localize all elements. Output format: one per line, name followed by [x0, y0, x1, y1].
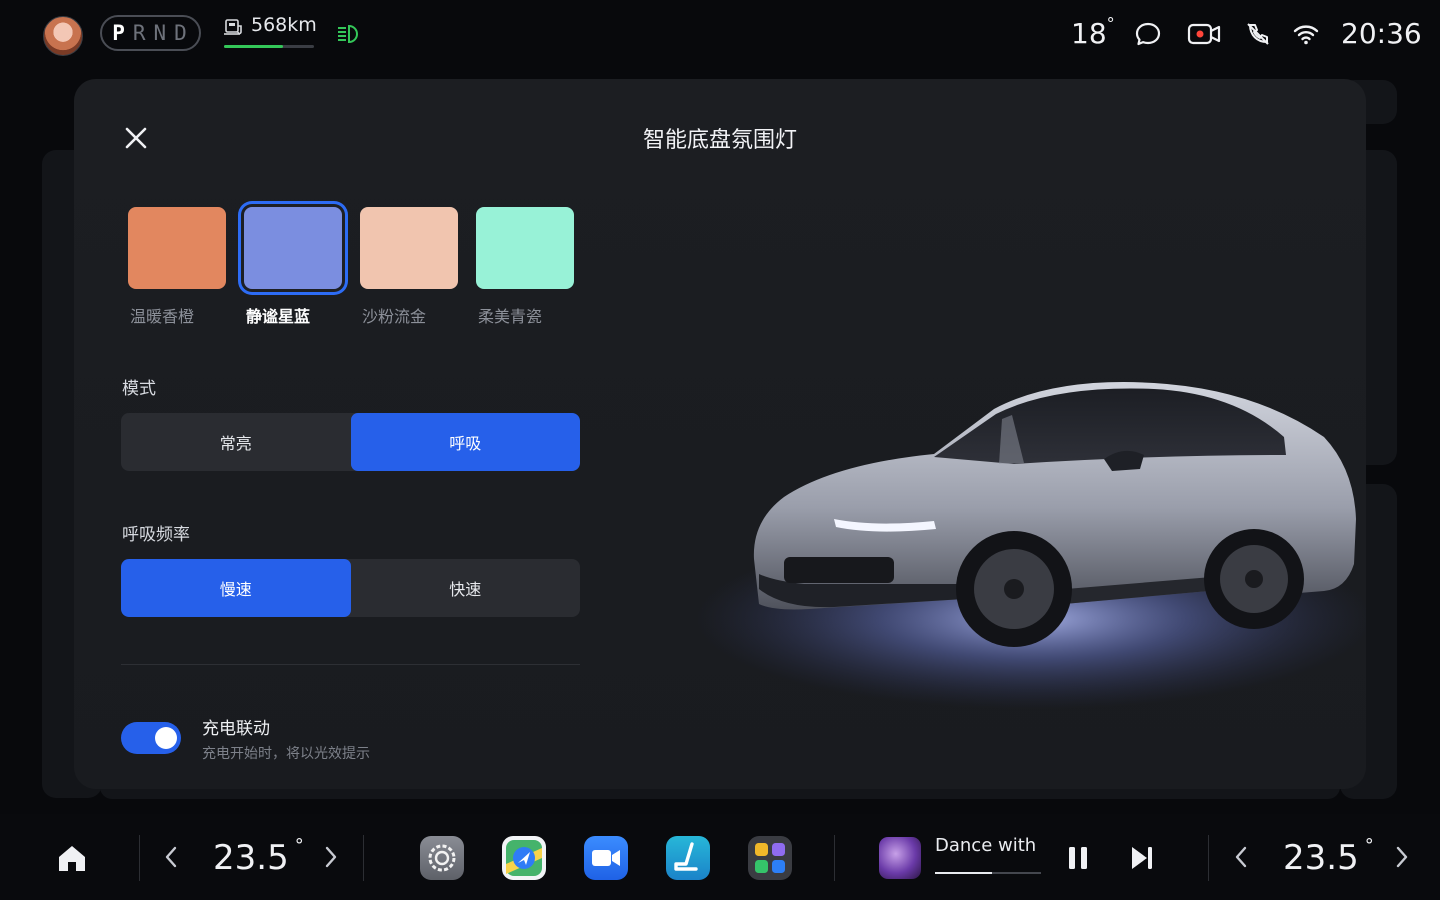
headlight-icon	[338, 24, 358, 44]
compass-icon	[506, 840, 542, 876]
gear-p: P	[112, 21, 127, 45]
degree-sign: °	[1106, 13, 1115, 33]
next-track-icon[interactable]	[1129, 844, 1155, 872]
clock: 20:36	[1341, 17, 1422, 50]
color-label-celadon: 柔美青瓷	[478, 307, 543, 326]
video-camera-icon	[592, 850, 620, 866]
breath-rate-segmented-control: 慢速 快速	[121, 559, 580, 617]
camera-record-icon[interactable]	[1187, 20, 1221, 48]
divider	[121, 664, 580, 665]
left-temperature: 23.5 °	[213, 834, 304, 878]
car-illustration	[694, 382, 1366, 709]
user-avatar[interactable]	[43, 16, 83, 56]
gear-icon	[428, 844, 456, 872]
gear-d: D	[174, 21, 189, 45]
dock-separator	[834, 835, 835, 881]
dock-separator	[363, 835, 364, 881]
status-bar: P R N D 568km 18° 20:36	[0, 0, 1440, 70]
right-temp-value: 23.5	[1283, 838, 1359, 878]
right-temp-degree: °	[1364, 834, 1374, 856]
rate-slow-button[interactable]: 慢速	[121, 559, 351, 617]
gear-selector: P R N D	[100, 15, 201, 51]
phone-link-icon[interactable]	[1244, 20, 1272, 48]
right-temperature: 23.5 °	[1283, 834, 1374, 878]
outside-temp-value: 18	[1071, 17, 1107, 50]
range-readout: 568km	[251, 14, 317, 36]
navigation-app-icon[interactable]	[502, 836, 546, 880]
pause-icon[interactable]	[1065, 844, 1091, 872]
dock-separator	[139, 835, 140, 881]
dock-separator	[1208, 835, 1209, 881]
right-temp-decrease-icon[interactable]	[1232, 843, 1250, 871]
color-label-orange: 温暖香橙	[130, 307, 195, 326]
outside-temperature: 18°	[1071, 13, 1115, 50]
breath-rate-label: 呼吸频率	[122, 525, 190, 545]
wifi-icon[interactable]	[1292, 20, 1320, 48]
charge-link-description: 充电开始时，将以光效提示	[202, 746, 370, 762]
right-temp-increase-icon[interactable]	[1393, 843, 1411, 871]
left-temp-decrease-icon[interactable]	[162, 843, 180, 871]
mode-segmented-control: 常亮 呼吸	[121, 413, 580, 471]
mode-steady-button[interactable]: 常亮	[121, 413, 351, 471]
seat-icon	[674, 842, 698, 871]
dialog-title: 智能底盘氛围灯	[642, 128, 797, 153]
app-grid-icon[interactable]	[748, 836, 792, 880]
track-title[interactable]: Dance with	[935, 835, 1035, 856]
mode-breathing-button[interactable]: 呼吸	[350, 413, 580, 471]
color-label-blue: 静谧星蓝	[246, 307, 311, 326]
gear-n: N	[153, 21, 169, 45]
charge-link-title: 充电联动	[202, 719, 270, 739]
app-grid-glyph	[755, 843, 785, 873]
seat-app-icon[interactable]	[666, 836, 710, 880]
album-art[interactable]	[879, 837, 921, 879]
battery-range-icon	[224, 19, 242, 35]
color-label-pink: 沙粉流金	[362, 307, 427, 326]
color-swatch-blue[interactable]	[244, 207, 342, 289]
track-progress-fill	[935, 872, 993, 874]
mode-label: 模式	[122, 379, 156, 399]
rate-fast-button[interactable]: 快速	[351, 559, 581, 617]
toggle-knob	[155, 727, 177, 749]
home-icon[interactable]	[56, 842, 88, 874]
message-icon[interactable]	[1134, 20, 1162, 48]
left-temp-degree: °	[294, 834, 304, 856]
color-swatch-orange[interactable]	[128, 207, 226, 289]
color-swatch-pink[interactable]	[360, 207, 458, 289]
ambient-light-dialog: 智能底盘氛围灯 温暖香橙 静谧星蓝 沙粉流金 柔美青瓷 模式 常亮 呼吸 呼吸频…	[74, 79, 1366, 789]
gear-r: R	[132, 21, 148, 45]
settings-app-icon[interactable]	[420, 836, 464, 880]
video-call-app-icon[interactable]	[584, 836, 628, 880]
left-temp-increase-icon[interactable]	[322, 843, 340, 871]
color-swatch-celadon[interactable]	[476, 207, 574, 289]
range-bar-fill	[224, 45, 283, 48]
left-temp-value: 23.5	[213, 838, 289, 878]
